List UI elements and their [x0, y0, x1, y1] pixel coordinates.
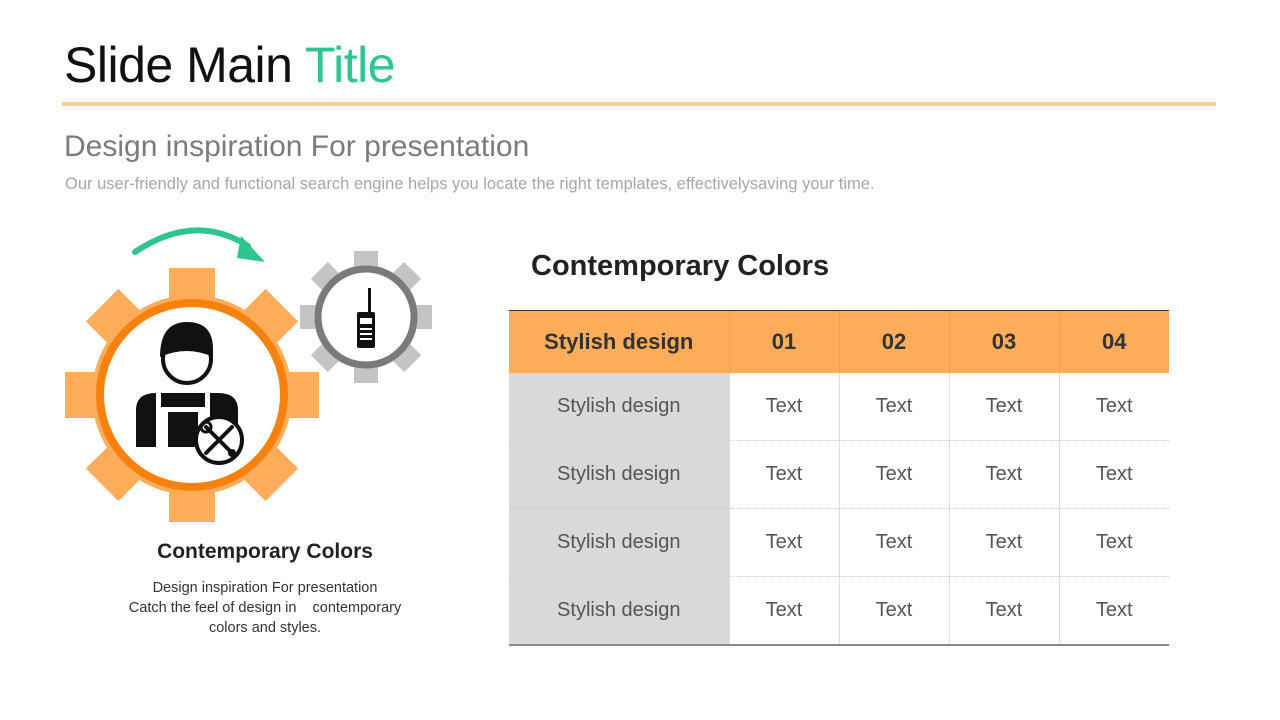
left-body-line: colors and styles. — [208, 620, 322, 636]
table-header-cell: 02 — [838, 310, 949, 373]
table-header-cell: 03 — [948, 310, 1059, 373]
table-row-label: Stylish design — [509, 576, 729, 645]
left-body-line: Catch the feel of design in contemporary — [128, 600, 402, 616]
table-cell: Text — [948, 373, 1059, 441]
table-cell: Text — [948, 440, 1059, 509]
table-row-label: Stylish design — [509, 508, 729, 577]
table-cell: Text — [728, 508, 839, 577]
table-cell: Text — [838, 440, 949, 509]
slide-title-main: Slide Main — [64, 37, 305, 93]
table-header-cell: 01 — [728, 310, 839, 373]
table-cell: Text — [948, 576, 1059, 645]
tools-icon — [194, 415, 244, 465]
table-cell: Text — [1058, 373, 1169, 441]
left-body-line: Design inspiration For presentation — [152, 580, 378, 596]
table-cell: Text — [838, 373, 949, 441]
table-row-label: Stylish design — [509, 440, 729, 509]
slide-title-accent: Title — [304, 37, 396, 93]
table-cell: Text — [838, 576, 949, 645]
table-cell: Text — [728, 576, 839, 645]
table-cell: Text — [1058, 508, 1169, 577]
title-divider — [62, 102, 1216, 106]
table-row: Stylish design Text Text Text Text — [509, 440, 1169, 509]
left-panel-heading: Contemporary Colors — [157, 540, 373, 563]
gear-illustration — [65, 227, 432, 522]
table-header-row: Stylish design 01 02 03 04 — [509, 310, 1169, 373]
subtitle: Design inspiration For presentation — [64, 130, 530, 163]
table-cell: Text — [728, 373, 839, 441]
data-table: Stylish design 01 02 03 04 Stylish desig… — [509, 310, 1169, 646]
description: Our user-friendly and functional search … — [65, 175, 875, 193]
table-header-cell: 04 — [1058, 310, 1169, 373]
table-row: Stylish design Text Text Text Text — [509, 508, 1169, 577]
table-row-label: Stylish design — [509, 373, 729, 441]
slide-title: Slide Main Title — [64, 36, 396, 94]
table-header-cell: Stylish design — [509, 310, 729, 373]
table-cell: Text — [1058, 576, 1169, 645]
arrow-icon — [132, 227, 265, 262]
table-row: Stylish design Text Text Text Text — [509, 373, 1169, 441]
table-cell: Text — [948, 508, 1059, 577]
left-panel-body: Design inspiration For presentation Catc… — [105, 578, 425, 638]
table-cell: Text — [838, 508, 949, 577]
table-cell: Text — [728, 440, 839, 509]
table-cell: Text — [1058, 440, 1169, 509]
table-heading: Contemporary Colors — [531, 250, 830, 282]
table-row: Stylish design Text Text Text Text — [509, 576, 1169, 645]
